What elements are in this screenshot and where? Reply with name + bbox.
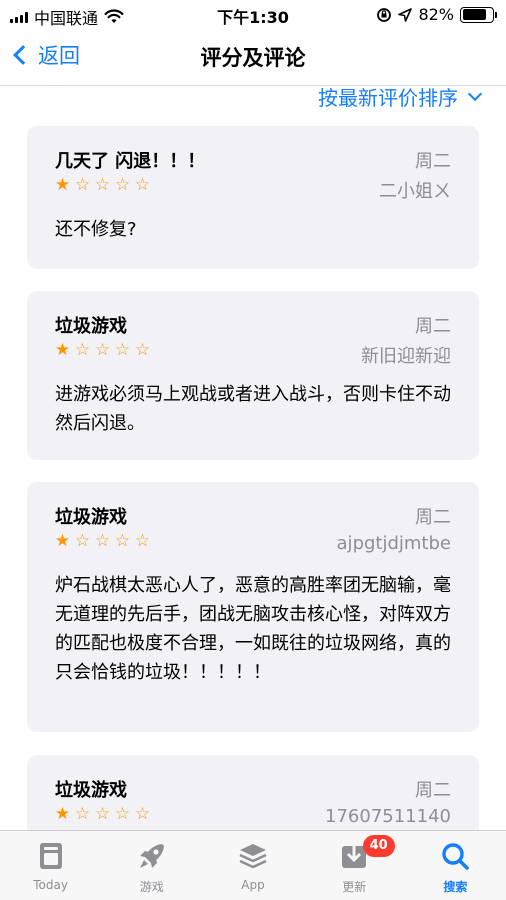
updates-badge: 40 xyxy=(362,835,395,857)
battery-percent: 82% xyxy=(418,5,454,24)
star-icon: ☆ xyxy=(74,531,91,551)
review-date: 周二 xyxy=(415,507,451,528)
review-title: 几天了 闪退！！！ xyxy=(55,151,206,172)
review-card[interactable]: 垃圾游戏 周二 ★ ☆ ☆ ☆ ☆ 新旧迎新迎 进游戏必须马上观战或者进入战斗，… xyxy=(27,291,479,460)
tab-label: Today xyxy=(33,878,68,892)
star-icon: ☆ xyxy=(114,531,131,551)
search-icon xyxy=(439,840,471,872)
star-icon: ☆ xyxy=(74,804,91,824)
review-card[interactable]: 几天了 闪退！！！ 周二 ★ ☆ ☆ ☆ ☆ 二小姐ㄨ 还不修复? xyxy=(27,126,479,269)
review-author: 17607511140 xyxy=(325,806,451,827)
orientation-lock-icon xyxy=(377,7,392,22)
star-icon: ★ xyxy=(54,340,71,360)
star-icon: ☆ xyxy=(74,175,91,195)
chevron-down-icon xyxy=(467,86,483,101)
review-author: 新旧迎新迎 xyxy=(361,346,451,367)
review-body: 进游戏必须马上观战或者进入战斗，否则卡住不动然后闪退。 xyxy=(55,384,451,434)
app-stack-icon xyxy=(237,840,269,872)
star-icon: ☆ xyxy=(94,804,111,824)
review-title: 垃圾游戏 xyxy=(55,316,127,337)
star-icon: ★ xyxy=(54,804,71,824)
review-body: 还不修复? xyxy=(55,219,137,240)
star-rating: ★ ☆ ☆ ☆ ☆ xyxy=(53,175,152,195)
page-title: 评分及评论 xyxy=(200,46,306,70)
review-date: 周二 xyxy=(415,151,451,172)
tab-label: 游戏 xyxy=(139,880,164,894)
review-author: 二小姐ㄨ xyxy=(379,181,451,202)
review-card[interactable]: 垃圾游戏 周二 ★ ☆ ☆ ☆ ☆ ajpgtjdjmtbe 炉石战棋太恶心人了… xyxy=(27,482,479,732)
tab-label: 搜索 xyxy=(443,880,468,894)
star-icon: ★ xyxy=(54,175,71,195)
tab-app[interactable]: App xyxy=(202,831,303,900)
star-icon: ☆ xyxy=(134,531,151,551)
star-icon: ★ xyxy=(54,531,71,551)
review-author: ajpgtjdjmtbe xyxy=(336,533,451,554)
status-bar: 中国联通 下午1:30 82% xyxy=(0,0,506,30)
star-icon: ☆ xyxy=(94,175,111,195)
tab-updates[interactable]: 40 更新 xyxy=(304,831,405,900)
today-icon xyxy=(35,840,67,872)
review-date: 周二 xyxy=(415,316,451,337)
star-icon: ☆ xyxy=(74,340,91,360)
battery-icon xyxy=(460,6,497,23)
star-icon: ☆ xyxy=(134,175,151,195)
tab-label: App xyxy=(241,878,265,892)
review-title: 垃圾游戏 xyxy=(55,780,127,801)
star-rating: ★ ☆ ☆ ☆ ☆ xyxy=(53,531,152,551)
location-icon xyxy=(398,7,413,22)
star-icon: ☆ xyxy=(114,804,131,824)
star-rating: ★ ☆ ☆ ☆ ☆ xyxy=(53,340,152,360)
tab-bar: Today 游戏 App 40 更新 搜索 xyxy=(0,830,506,900)
tab-search[interactable]: 搜索 xyxy=(405,831,506,900)
star-icon: ☆ xyxy=(114,175,131,195)
review-body: 炉石战棋太恶心人了，恶意的高胜率团无脑输，毫无道理的先后手，团战无脑攻击核心怪，… xyxy=(55,575,451,683)
review-date: 周二 xyxy=(415,780,451,801)
sort-button[interactable]: 按最新评价排序 xyxy=(318,82,483,111)
star-icon: ☆ xyxy=(94,340,111,360)
rocket-icon xyxy=(136,840,168,872)
tab-label: 更新 xyxy=(342,880,367,894)
tab-today[interactable]: Today xyxy=(0,831,101,900)
star-icon: ☆ xyxy=(114,340,131,360)
status-right: 82% xyxy=(376,5,497,24)
sort-label: 按最新评价排序 xyxy=(318,86,458,110)
review-title: 垃圾游戏 xyxy=(55,507,127,528)
battery-level xyxy=(462,9,487,20)
star-icon: ☆ xyxy=(94,531,111,551)
tab-games[interactable]: 游戏 xyxy=(101,831,202,900)
nav-bar: 返回 评分及评论 xyxy=(0,30,506,86)
star-rating: ★ ☆ ☆ ☆ ☆ xyxy=(53,804,152,824)
star-icon: ☆ xyxy=(134,804,151,824)
star-icon: ☆ xyxy=(134,340,151,360)
